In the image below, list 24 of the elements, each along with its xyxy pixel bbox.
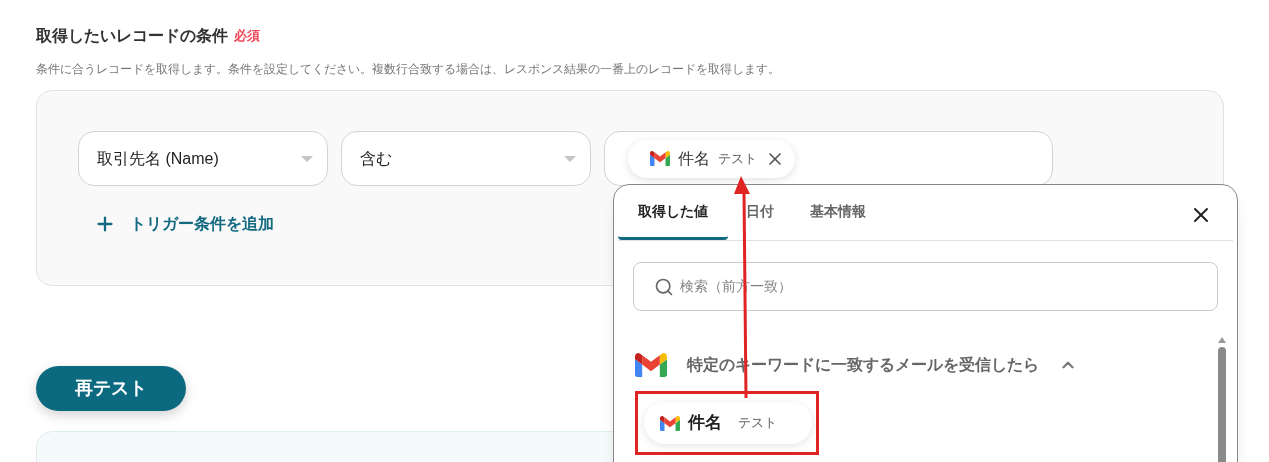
item-label: 件名 bbox=[688, 412, 722, 435]
condition-select[interactable]: 含む bbox=[341, 131, 591, 186]
retest-button[interactable]: 再テスト bbox=[36, 366, 186, 411]
add-condition-button[interactable]: トリガー条件を追加 bbox=[94, 212, 274, 236]
scrollbar-thumb[interactable] bbox=[1218, 347, 1226, 462]
popup-tab[interactable]: 日付 bbox=[728, 186, 792, 240]
search-icon bbox=[654, 276, 674, 297]
mail-logo-icon bbox=[660, 415, 680, 431]
value-field[interactable]: 件名 テスト bbox=[604, 131, 1053, 186]
chip-label: 件名 bbox=[678, 148, 710, 169]
scroll-up-icon[interactable] bbox=[1218, 337, 1226, 343]
popup-tab[interactable]: 取得した値 bbox=[618, 186, 728, 240]
condition-select[interactable]: 取引先名 (Name) bbox=[78, 131, 328, 186]
dropdown-caret-icon bbox=[564, 155, 576, 162]
mail-logo-icon bbox=[635, 353, 667, 377]
popup-tab[interactable]: 基本情報 bbox=[792, 186, 884, 240]
value-item[interactable]: 件名 テスト bbox=[644, 402, 812, 444]
section-title: 取得したいレコードの条件 bbox=[36, 26, 228, 46]
section-description: 条件に合うレコードを取得します。条件を設定してください。複数行合致する場合は、レスポンス結果の一番上のレコードを取得します。 bbox=[36, 61, 781, 78]
mail-logo-icon bbox=[650, 151, 670, 166]
item-value: テスト bbox=[738, 414, 777, 433]
chip-value: テスト bbox=[718, 149, 757, 168]
dropdown-caret-icon bbox=[301, 155, 313, 162]
required-label: 必須 bbox=[234, 27, 260, 46]
